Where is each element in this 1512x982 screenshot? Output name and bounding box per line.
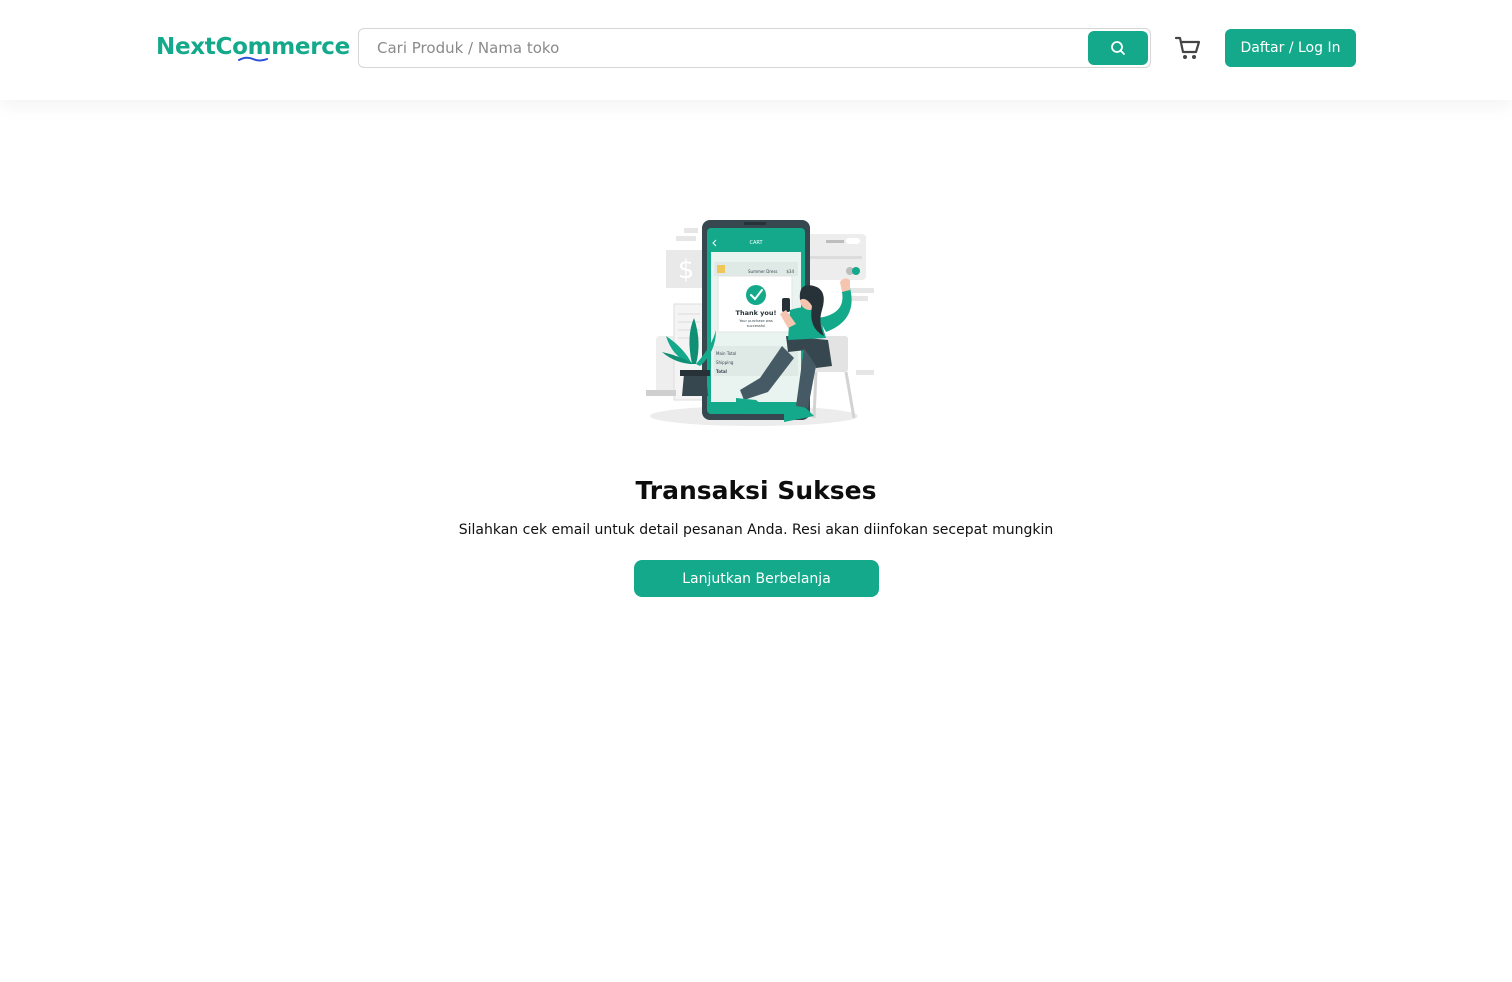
search-icon <box>1111 41 1125 55</box>
cart-button[interactable] <box>1174 33 1202 63</box>
search-bar <box>358 28 1151 68</box>
transaction-success-illustration: $ CART Summer Dress $34 Main Total Shipp… <box>646 220 874 426</box>
dialog-text-2: successful <box>747 324 766 328</box>
logo-commerce: Commerce <box>215 34 350 60</box>
dialog-thank-you: Thank you! <box>736 309 777 317</box>
phone-row-main-total: Main Total <box>716 351 736 356</box>
phone-row-total: Total <box>716 369 728 374</box>
page-subtitle: Silahkan cek email untuk detail pesanan … <box>458 522 1054 538</box>
phone-price: $34 <box>786 269 794 274</box>
dollar-sign: $ <box>678 255 695 285</box>
logo-swoosh <box>238 56 268 62</box>
cart-icon <box>1174 36 1201 59</box>
phone-row-shipping: Shipping <box>716 360 734 365</box>
login-register-button[interactable]: Daftar / Log In <box>1225 29 1356 67</box>
top-navbar: NextCommerce Daftar / Log In <box>0 0 1512 100</box>
page-title: Transaksi Sukses <box>635 476 877 505</box>
search-button[interactable] <box>1088 31 1148 65</box>
phone-cart-header: CART <box>749 240 763 246</box>
dialog-text-1: Your purchase was <box>739 319 773 323</box>
logo[interactable]: NextCommerce <box>156 34 350 62</box>
phone-list-item: Summer Dress <box>748 269 778 274</box>
logo-next: Next <box>156 34 216 60</box>
search-input[interactable] <box>359 29 1079 67</box>
continue-shopping-button[interactable]: Lanjutkan Berbelanja <box>634 560 879 597</box>
